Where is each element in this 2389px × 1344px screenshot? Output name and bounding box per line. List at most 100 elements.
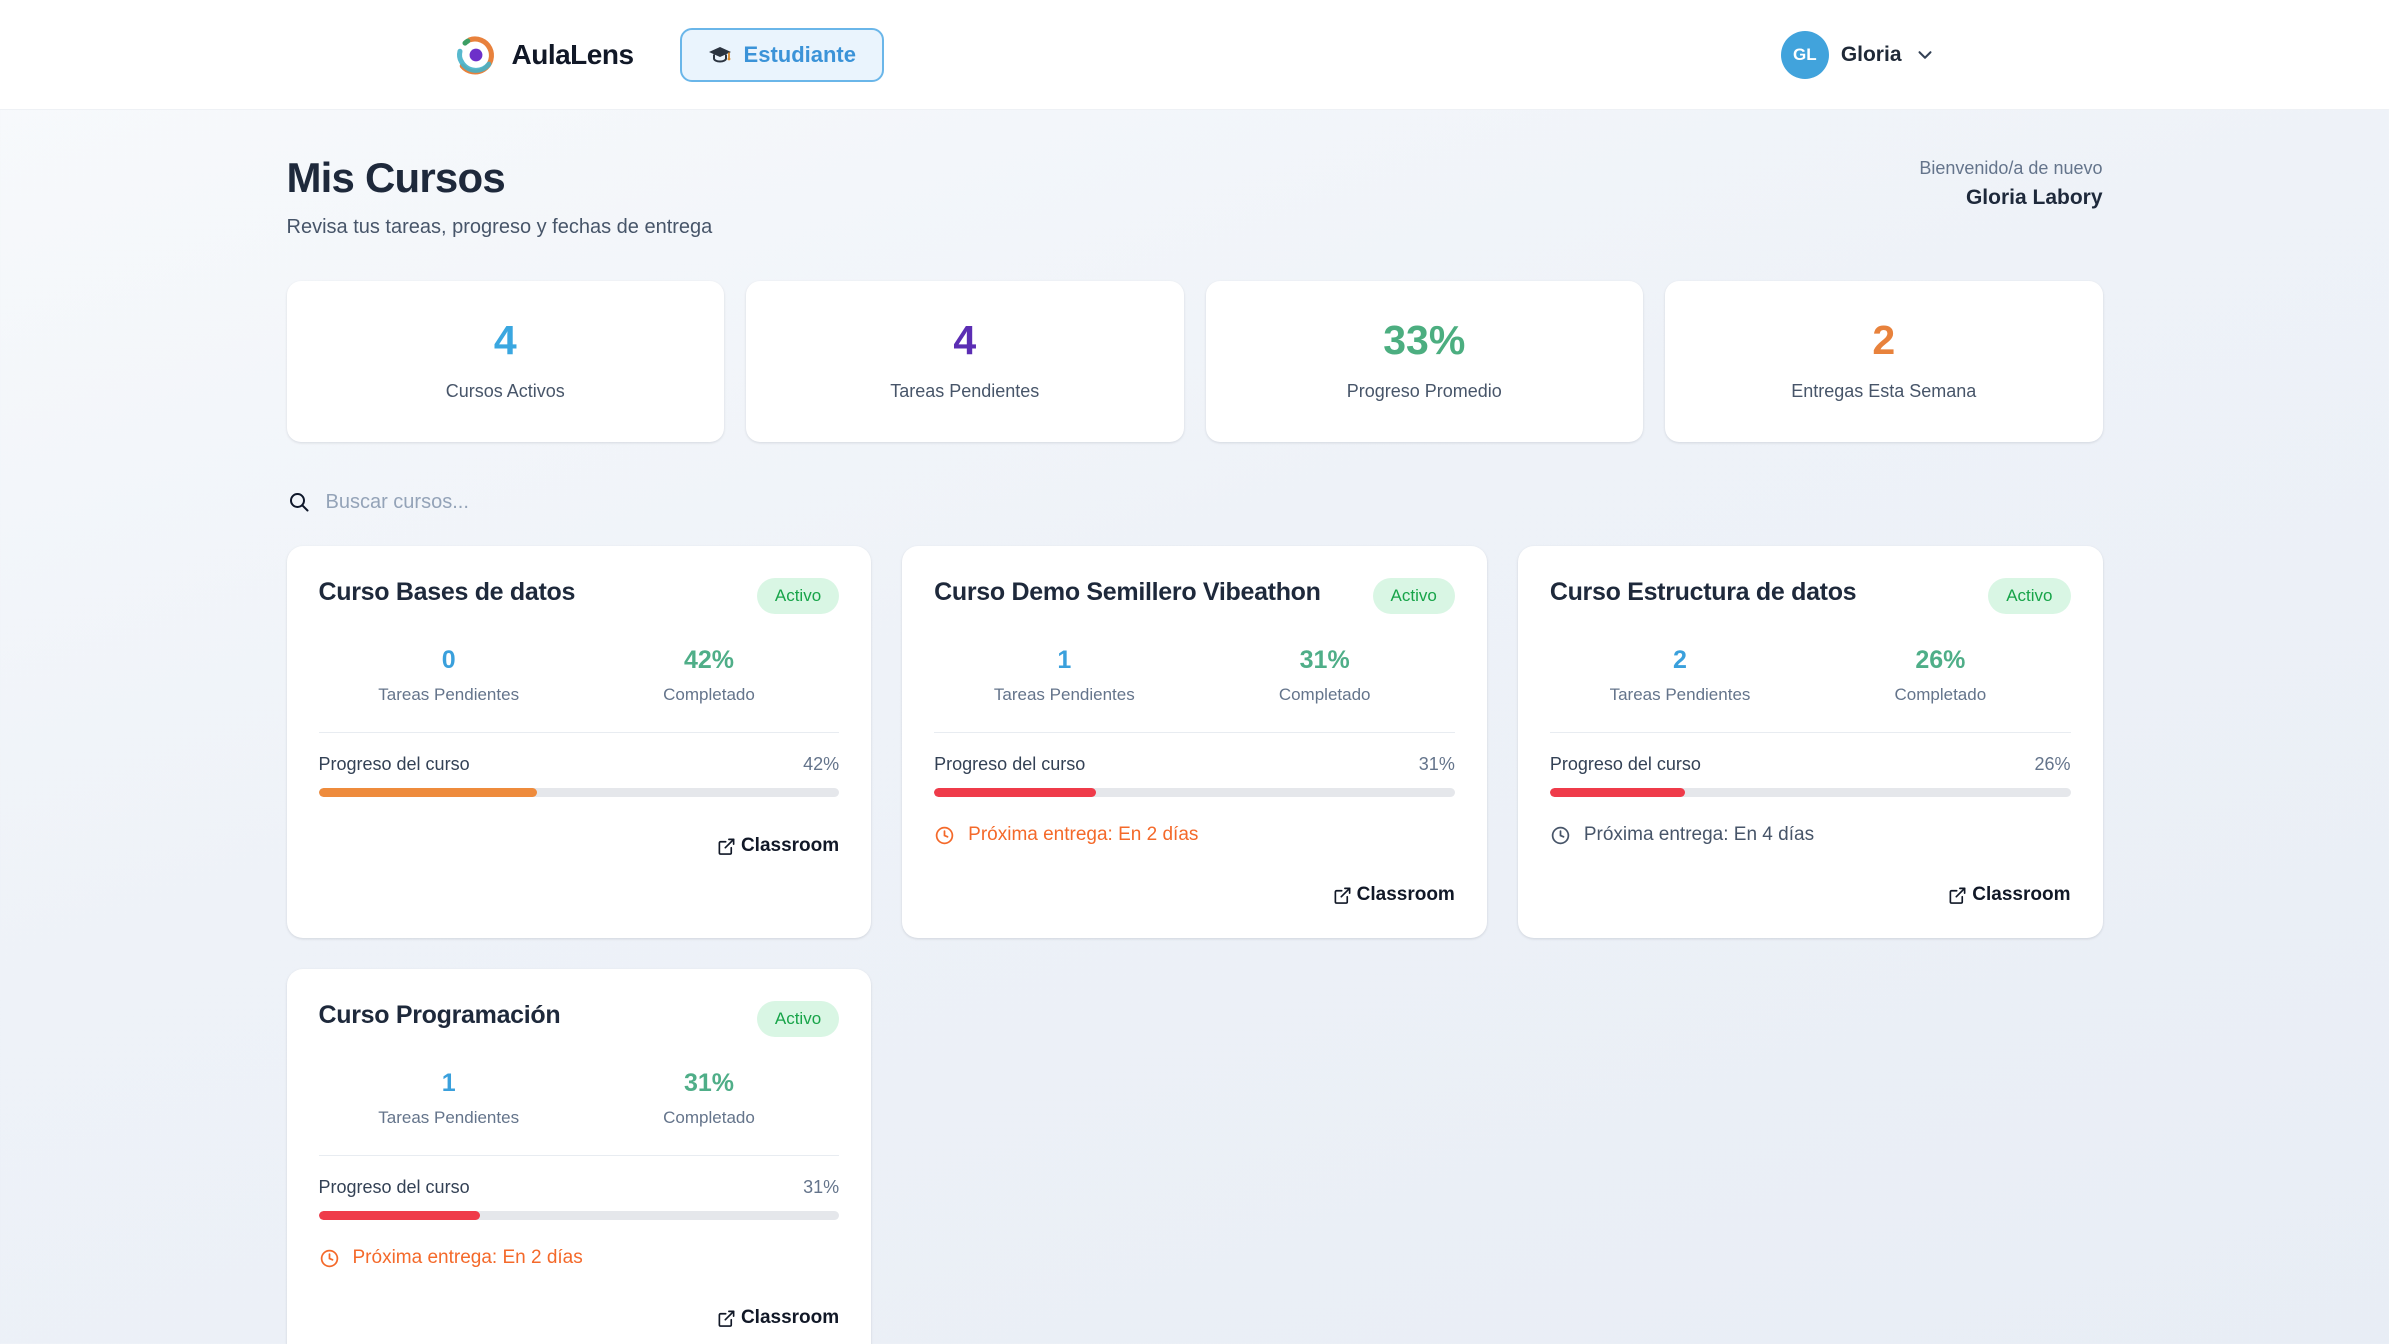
- status-badge: Activo: [1988, 578, 2070, 614]
- classroom-link[interactable]: Classroom: [717, 835, 839, 857]
- progress-bar: [319, 788, 840, 797]
- search-input[interactable]: [326, 491, 926, 514]
- divider: [319, 1155, 840, 1156]
- stat-card: 33% Progreso Promedio: [1206, 281, 1644, 442]
- divider: [934, 732, 1455, 733]
- role-selector-label: Estudiante: [744, 42, 856, 68]
- next-due-text: Próxima entrega: En 2 días: [353, 1247, 583, 1269]
- next-due-text: Próxima entrega: En 4 días: [1584, 824, 1814, 846]
- divider: [319, 732, 840, 733]
- completed-percent: 31%: [579, 1069, 839, 1098]
- completed-percent: 31%: [1195, 646, 1455, 675]
- stat-card: 4 Tareas Pendientes: [746, 281, 1184, 442]
- classroom-label: Classroom: [741, 1307, 839, 1329]
- stat-value: 2: [1675, 317, 2093, 364]
- welcome-user-name: Gloria Labory: [1919, 186, 2102, 210]
- progress-bar: [934, 788, 1455, 797]
- stat-card: 2 Entregas Esta Semana: [1665, 281, 2103, 442]
- completed-label: Completado: [579, 1108, 839, 1128]
- next-due: Próxima entrega: En 2 días: [934, 824, 1455, 846]
- pending-label: Tareas Pendientes: [319, 1108, 579, 1128]
- completed-percent: 26%: [1810, 646, 2070, 675]
- role-selector-button[interactable]: Estudiante: [680, 28, 884, 82]
- course-card: Curso Estructura de datos Activo 2 Tarea…: [1518, 546, 2103, 938]
- progress-percent: 31%: [1419, 754, 1455, 775]
- course-title: Curso Programación: [319, 1001, 561, 1030]
- chevron-down-icon: [1914, 44, 1936, 66]
- stat-label: Cursos Activos: [297, 381, 715, 402]
- classroom-link[interactable]: Classroom: [1948, 884, 2070, 906]
- progress-label: Progreso del curso: [319, 754, 470, 775]
- course-title: Curso Bases de datos: [319, 578, 576, 607]
- next-due: Próxima entrega: En 4 días: [1550, 824, 2071, 846]
- progress-bar-fill: [934, 788, 1095, 797]
- external-link-icon: [717, 1309, 736, 1328]
- graduation-cap-icon: [708, 43, 732, 67]
- stat-label: Tareas Pendientes: [756, 381, 1174, 402]
- progress-label: Progreso del curso: [319, 1177, 470, 1198]
- clock-icon: [319, 1248, 340, 1269]
- stat-value: 4: [756, 317, 1174, 364]
- external-link-icon: [1333, 886, 1352, 905]
- clock-icon: [1550, 825, 1571, 846]
- external-link-icon: [717, 837, 736, 856]
- user-menu[interactable]: GL Gloria: [1781, 31, 1936, 79]
- page-title: Mis Cursos: [287, 154, 713, 202]
- progress-bar-fill: [319, 788, 538, 797]
- pending-count: 1: [934, 646, 1194, 675]
- pending-count: 2: [1550, 646, 1810, 675]
- pending-label: Tareas Pendientes: [319, 685, 579, 705]
- course-title: Curso Demo Semillero Vibeathon: [934, 578, 1320, 607]
- completed-label: Completado: [1810, 685, 2070, 705]
- classroom-link[interactable]: Classroom: [1333, 884, 1455, 906]
- completed-percent: 42%: [579, 646, 839, 675]
- next-due-text: Próxima entrega: En 2 días: [968, 824, 1198, 846]
- pending-count: 0: [319, 646, 579, 675]
- next-due: Próxima entrega: En 2 días: [319, 1247, 840, 1269]
- brand-logo[interactable]: AulaLens: [454, 33, 634, 77]
- course-card: Curso Programación Activo 1 Tareas Pendi…: [287, 969, 872, 1344]
- clock-icon: [934, 825, 955, 846]
- brand-name: AulaLens: [512, 39, 634, 71]
- course-card: Curso Bases de datos Activo 0 Tareas Pen…: [287, 546, 872, 938]
- progress-label: Progreso del curso: [1550, 754, 1701, 775]
- course-title: Curso Estructura de datos: [1550, 578, 1856, 607]
- course-card: Curso Demo Semillero Vibeathon Activo 1 …: [902, 546, 1487, 938]
- external-link-icon: [1948, 886, 1967, 905]
- progress-bar: [319, 1211, 840, 1220]
- classroom-label: Classroom: [1357, 884, 1455, 906]
- pending-count: 1: [319, 1069, 579, 1098]
- page-subtitle: Revisa tus tareas, progreso y fechas de …: [287, 216, 713, 239]
- classroom-label: Classroom: [1972, 884, 2070, 906]
- stats-summary: 4 Cursos Activos 4 Tareas Pendientes 33%…: [287, 281, 2103, 442]
- completed-label: Completado: [579, 685, 839, 705]
- search-bar: [287, 490, 2103, 514]
- progress-percent: 26%: [2034, 754, 2070, 775]
- status-badge: Activo: [757, 578, 839, 614]
- stat-label: Entregas Esta Semana: [1675, 381, 2093, 402]
- stat-label: Progreso Promedio: [1216, 381, 1634, 402]
- main-content: Mis Cursos Revisa tus tareas, progreso y…: [285, 154, 2105, 1344]
- top-header: AulaLens Estudiante GL Gloria: [0, 0, 2389, 110]
- classroom-link[interactable]: Classroom: [717, 1307, 839, 1329]
- divider: [1550, 732, 2071, 733]
- progress-bar-fill: [1550, 788, 1685, 797]
- search-icon: [287, 490, 311, 514]
- user-name: Gloria: [1841, 43, 1902, 67]
- progress-bar-fill: [319, 1211, 480, 1220]
- aulalens-logo-icon: [454, 33, 498, 77]
- stat-value: 33%: [1216, 317, 1634, 364]
- completed-label: Completado: [1195, 685, 1455, 705]
- classroom-label: Classroom: [741, 835, 839, 857]
- pending-label: Tareas Pendientes: [1550, 685, 1810, 705]
- status-badge: Activo: [1373, 578, 1455, 614]
- stat-value: 4: [297, 317, 715, 364]
- progress-label: Progreso del curso: [934, 754, 1085, 775]
- pending-label: Tareas Pendientes: [934, 685, 1194, 705]
- progress-bar: [1550, 788, 2071, 797]
- welcome-label: Bienvenido/a de nuevo: [1919, 158, 2102, 179]
- courses-grid: Curso Bases de datos Activo 0 Tareas Pen…: [287, 546, 2103, 1344]
- status-badge: Activo: [757, 1001, 839, 1037]
- progress-percent: 31%: [803, 1177, 839, 1198]
- progress-percent: 42%: [803, 754, 839, 775]
